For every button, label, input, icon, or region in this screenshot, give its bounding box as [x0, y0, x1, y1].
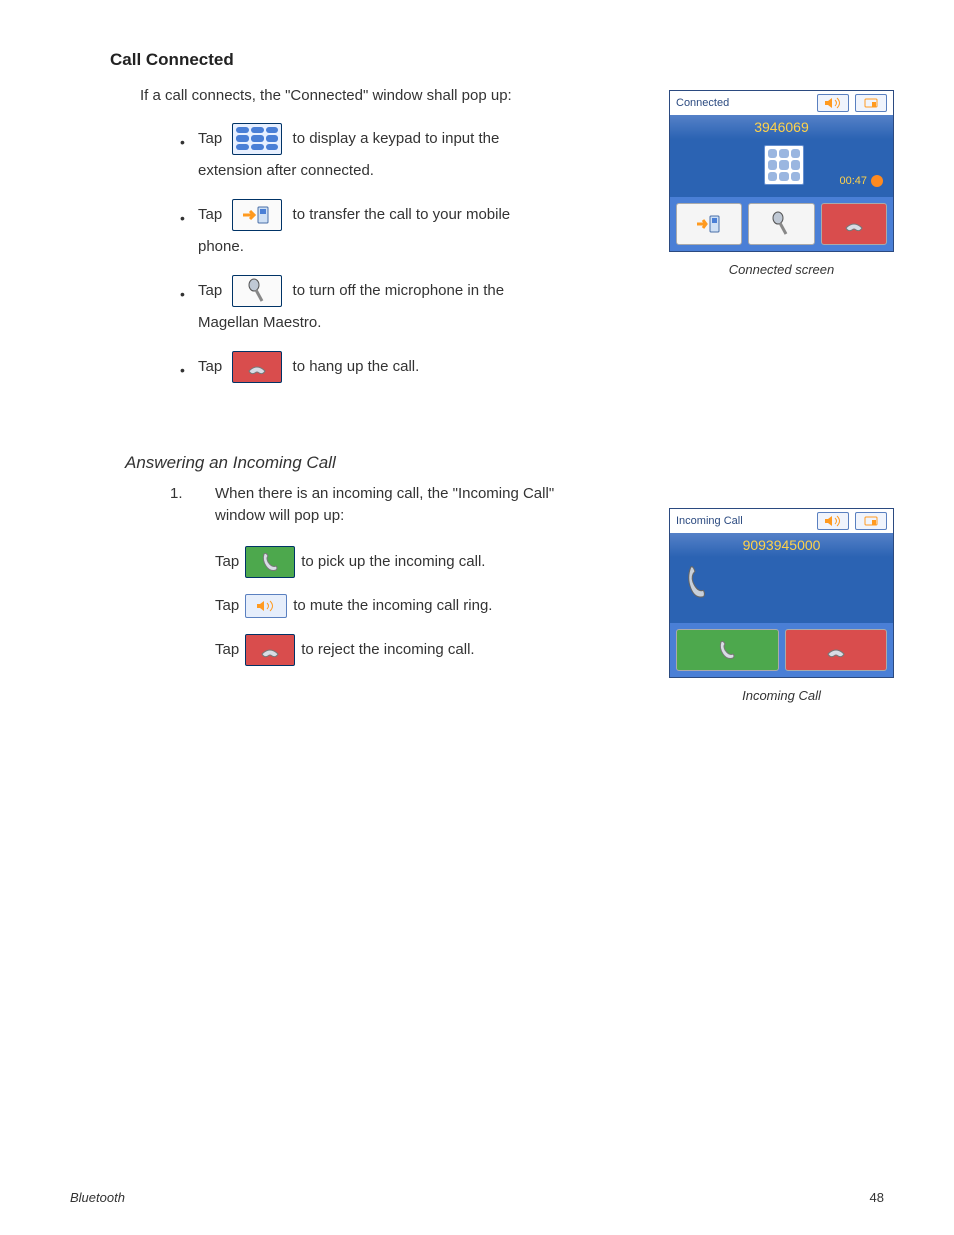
hang-up-icon: [821, 203, 887, 245]
intro-text: If a call connects, the "Connected" wind…: [140, 85, 570, 108]
device-title: Connected: [676, 97, 729, 109]
mute-icon: [245, 594, 287, 618]
bullet-mic-off: Tap to turn off the microphone in the Ma…: [180, 275, 560, 335]
bullet-keypad: Tap to display a keypad to input the ext…: [180, 123, 560, 183]
subsection-answering: Answering an Incoming Call: [125, 453, 884, 473]
page-footer: Bluetooth 48: [70, 1190, 884, 1205]
page-number: 48: [870, 1190, 884, 1205]
microphone-icon: [232, 275, 282, 307]
incoming-screenshot: Incoming Call 9093945000: [669, 508, 894, 703]
screenshot-caption: Connected screen: [669, 262, 894, 277]
transfer-to-phone-icon: [676, 203, 742, 245]
device-mid: [670, 557, 893, 623]
microphone-icon: [748, 203, 814, 245]
device-header: Connected: [670, 91, 893, 115]
transfer-to-phone-icon: [232, 199, 282, 231]
call-number: 9093945000: [670, 533, 893, 557]
bullet-hang-up: Tap to hang up the call.: [180, 351, 560, 383]
clock-icon: [871, 175, 883, 187]
bullet-list: Tap to display a keypad to input the ext…: [180, 123, 560, 383]
device-mid: 00:47: [670, 139, 893, 197]
pickup-icon: [245, 546, 295, 578]
lock-icon: [855, 94, 887, 112]
num-item-1: When there is an incoming call, the "Inc…: [170, 483, 570, 528]
pickup-icon: [676, 629, 779, 671]
device-header: Incoming Call: [670, 509, 893, 533]
screenshot-caption: Incoming Call: [669, 688, 894, 703]
keypad-icon: [232, 123, 282, 155]
section-title-call-connected: Call Connected: [110, 50, 884, 70]
action-row: [670, 623, 893, 677]
reject-icon: [785, 629, 888, 671]
call-timer: 00:47: [839, 175, 883, 187]
numbered-list: When there is an incoming call, the "Inc…: [170, 483, 570, 528]
footer-label: Bluetooth: [70, 1190, 125, 1205]
hang-up-icon: [232, 351, 282, 383]
reject-icon: [245, 634, 295, 666]
keypad-icon: [764, 145, 804, 185]
volume-icon: [817, 512, 849, 530]
volume-icon: [817, 94, 849, 112]
connected-screenshot: Connected 3946069 00:47: [669, 90, 894, 277]
call-number: 3946069: [670, 115, 893, 139]
action-row: [670, 197, 893, 251]
lock-icon: [855, 512, 887, 530]
device-title: Incoming Call: [676, 515, 743, 527]
bullet-transfer: Tap to transfer the call to your mobile …: [180, 199, 560, 259]
